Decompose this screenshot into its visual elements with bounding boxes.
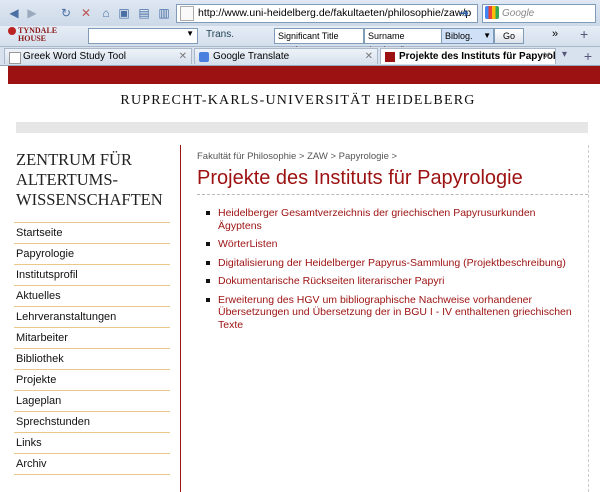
tyndale-line2: HOUSE bbox=[18, 34, 47, 44]
sidebar-item-mitarbeiter[interactable]: Mitarbeiter bbox=[14, 327, 170, 348]
sidebar-item-institutsprofil[interactable]: Institutsprofil bbox=[14, 264, 170, 285]
grey-divider bbox=[16, 122, 588, 133]
sidebar-item-sprechstunden[interactable]: Sprechstunden bbox=[14, 411, 170, 432]
tyndale-dropdown[interactable]: ▼ bbox=[88, 28, 198, 44]
list-item: Dokumentarische Rückseiten literarischer… bbox=[206, 275, 576, 288]
project-link-erweiterung[interactable]: Erweiterung des HGV um bibliographische … bbox=[218, 294, 572, 331]
surname-field[interactable]: Surname (optional) bbox=[364, 28, 442, 55]
trans-label: Trans. bbox=[206, 29, 234, 40]
reload-icon[interactable]: ↻ bbox=[58, 5, 74, 21]
bullet-icon bbox=[206, 211, 210, 215]
page-icon bbox=[180, 6, 194, 21]
bullet-icon bbox=[206, 260, 210, 265]
google-translate-icon bbox=[199, 52, 209, 62]
breadcrumb[interactable]: Fakultät für Philosophie > ZAW > Papyrol… bbox=[197, 151, 397, 162]
tab-list-icon[interactable]: ▾ bbox=[562, 49, 567, 60]
university-name: RUPRECHT-KARLS-UNIVERSITÄT HEIDELBERG bbox=[120, 93, 476, 108]
sidebar-item-projekte[interactable]: Projekte bbox=[14, 369, 170, 390]
page-icon bbox=[9, 52, 21, 64]
chevron-down-icon: ▼ bbox=[483, 31, 491, 40]
sidebar-item-archiv[interactable]: Archiv bbox=[14, 453, 170, 475]
sidebar-item-papyrologie[interactable]: Papyrologie bbox=[14, 243, 170, 264]
browser-navbar: ◀ ▶ ↻ ✕ ⌂ ▣ ▤ ▥ http://www.uni-heidelber… bbox=[0, 0, 600, 27]
center-title[interactable]: ZENTRUM FÜR ALTERTUMS- WISSENSCHAFTEN bbox=[16, 150, 176, 210]
search-box[interactable]: Google bbox=[482, 4, 596, 23]
tab-bar: Greek Word Study Tool ✕ Google Translate… bbox=[0, 47, 600, 66]
sidebar-item-lageplan[interactable]: Lageplan bbox=[14, 390, 170, 411]
bullet-icon bbox=[206, 242, 210, 246]
project-link-digitalisierung[interactable]: Digitalisierung der Heidelberger Papyrus… bbox=[218, 257, 566, 269]
tyndale-toolbar: TYNDALE HOUSE ▼ Trans. Significant Title… bbox=[0, 26, 600, 55]
url-bar[interactable]: http://www.uni-heidelberg.de/fakultaeten… bbox=[176, 4, 478, 23]
sidebar-item-startseite[interactable]: Startseite bbox=[14, 222, 170, 243]
search-placeholder: Google bbox=[502, 8, 535, 19]
tab-label: Greek Word Study Tool bbox=[23, 51, 127, 62]
home-icon[interactable]: ⌂ bbox=[98, 5, 114, 21]
close-icon[interactable]: ✕ bbox=[179, 49, 187, 64]
forward-icon[interactable]: ▶ bbox=[24, 5, 40, 21]
tyndale-icon bbox=[8, 27, 16, 36]
center-title-line2: ALTERTUMS- bbox=[16, 170, 118, 189]
project-list: Heidelberger Gesamtverzeichnis der griec… bbox=[206, 207, 576, 337]
bullet-icon bbox=[206, 279, 210, 283]
window-icon[interactable]: ▤ bbox=[136, 5, 152, 21]
content-divider bbox=[180, 145, 181, 492]
project-link-woerterlisten[interactable]: WörterListen bbox=[218, 238, 278, 250]
right-border bbox=[588, 145, 589, 492]
sidebar-item-links[interactable]: Links bbox=[14, 432, 170, 453]
page-title: Projekte des Instituts für Papyrologie bbox=[197, 167, 523, 189]
url-text: http://www.uni-heidelberg.de/fakultaeten… bbox=[198, 7, 472, 19]
bibliog-label: Biblog. bbox=[445, 31, 473, 41]
tab-label: Google Translate bbox=[213, 51, 290, 62]
trans-button[interactable]: Trans. bbox=[206, 29, 234, 40]
header-red-bar bbox=[8, 66, 600, 84]
project-link-rueckseiten[interactable]: Dokumentarische Rückseiten literarischer… bbox=[218, 275, 444, 287]
google-icon bbox=[485, 6, 499, 19]
bibliog-select[interactable]: Biblog. ▼ bbox=[441, 28, 494, 44]
sidebar-item-bibliothek[interactable]: Bibliothek bbox=[14, 348, 170, 369]
bullet-icon bbox=[206, 297, 210, 302]
close-icon[interactable]: ✕ bbox=[543, 49, 551, 64]
list-item: Heidelberger Gesamtverzeichnis der griec… bbox=[206, 207, 576, 232]
list-item: Digitalisierung der Heidelberger Papyrus… bbox=[206, 257, 576, 270]
bookmark-icon[interactable]: ▣ bbox=[116, 5, 132, 21]
new-tab-icon[interactable]: + bbox=[580, 49, 596, 64]
sidebar-nav: Startseite Papyrologie Institutsprofil A… bbox=[14, 222, 170, 475]
stop-icon[interactable]: ✕ bbox=[78, 5, 94, 21]
go-button[interactable]: Go bbox=[494, 28, 524, 44]
tab-greek-word-study[interactable]: Greek Word Study Tool ✕ bbox=[4, 48, 192, 64]
chevron-down-icon: ▼ bbox=[186, 29, 194, 38]
go-arrow-icon[interactable]: ➜ bbox=[456, 5, 472, 21]
tab-projekte[interactable]: Projekte des Instituts für Papyrol... ✕ bbox=[380, 48, 556, 64]
center-title-line3: WISSENSCHAFTEN bbox=[16, 190, 163, 209]
sidebar-item-aktuelles[interactable]: Aktuelles bbox=[14, 285, 170, 306]
significant-title-words-field[interactable]: Significant Title words bbox=[274, 28, 364, 55]
close-icon[interactable]: ✕ bbox=[365, 49, 373, 64]
tab-google-translate[interactable]: Google Translate ✕ bbox=[194, 48, 378, 64]
sidebar-item-lehrveranstaltungen[interactable]: Lehrveranstaltungen bbox=[14, 306, 170, 327]
tab-label: Projekte des Instituts für Papyrol... bbox=[399, 51, 556, 62]
title-divider bbox=[197, 194, 588, 195]
tyndale-logo[interactable]: TYNDALE HOUSE bbox=[8, 27, 57, 43]
center-title-line1: ZENTRUM FÜR bbox=[16, 150, 132, 169]
print-icon[interactable]: ▥ bbox=[156, 5, 172, 21]
project-link-hgv[interactable]: Heidelberger Gesamtverzeichnis der griec… bbox=[218, 207, 536, 232]
list-item: WörterListen bbox=[206, 238, 576, 251]
heidelberg-favicon-icon bbox=[385, 52, 395, 62]
back-icon[interactable]: ◀ bbox=[4, 5, 24, 21]
list-item: Erweiterung des HGV um bibliographische … bbox=[206, 294, 576, 332]
overflow-chevron-icon[interactable]: » bbox=[552, 28, 558, 40]
add-icon[interactable]: + bbox=[580, 26, 588, 42]
